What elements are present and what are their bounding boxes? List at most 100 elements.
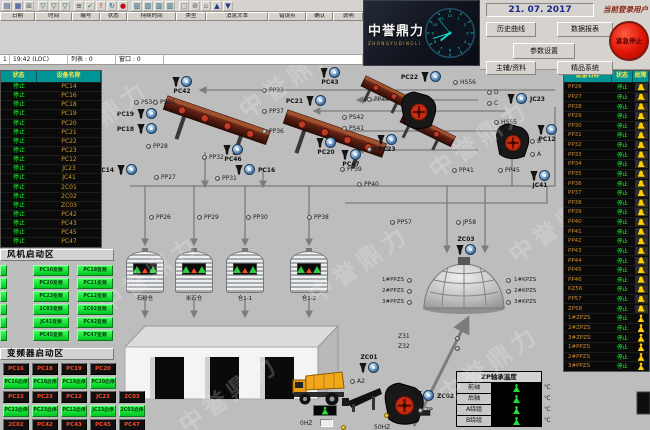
right-device-row[interactable]: PP39停止 (564, 207, 649, 217)
toolbar-icon-5[interactable]: ▽ (60, 1, 70, 11)
left-device-row[interactable]: 停止JC41 (1, 173, 101, 182)
vfd-startstop-button[interactable]: PC18启停 (32, 377, 58, 389)
left-device-row[interactable]: 停止ZC03 (1, 201, 101, 210)
left-device-row[interactable]: 停止PC16 (1, 91, 101, 100)
vfd-device-button[interactable]: PC18 (32, 363, 58, 375)
fan-vfd-button[interactable]: PC12变频 (77, 291, 113, 302)
right-device-row[interactable]: 2#ZPZS停止 (564, 323, 649, 333)
right-device-row[interactable]: 2#PPZS停止 (564, 352, 649, 362)
right-device-row[interactable]: KZ56停止 (564, 284, 649, 294)
alarm-col-9[interactable]: 说明 (333, 12, 363, 21)
fan-btn-stub[interactable] (0, 291, 7, 302)
vfd-device-button[interactable]: PC12 (61, 391, 87, 403)
vfd-startstop-button[interactable]: 2C03启停 (119, 405, 145, 417)
left-device-row[interactable]: 停止PC42 (1, 210, 101, 219)
alarm-col-8[interactable]: 确认 (306, 12, 333, 21)
vfd-device-button[interactable]: PC45 (90, 419, 116, 430)
toolbar-icon-3[interactable]: ▽ (38, 1, 48, 11)
fan-vfd-button[interactable]: PC20变频 (33, 278, 69, 289)
right-device-row[interactable]: 3#ZPZS停止 (564, 332, 649, 342)
vfd-startstop-button[interactable]: PC19启停 (61, 377, 87, 389)
fan-vfd-button[interactable]: PC45变频 (33, 330, 69, 341)
ctrl-button-2[interactable]: 参数设置 (513, 43, 575, 59)
right-device-row[interactable]: PP35停止 (564, 169, 649, 179)
fan-vfd-button[interactable]: PC23变频 (33, 291, 69, 302)
vfd-startstop-button[interactable]: PC12启停 (61, 405, 87, 417)
right-device-row[interactable]: PP45停止 (564, 265, 649, 275)
vfd-device-button[interactable]: 2C02 (3, 419, 29, 430)
left-device-row[interactable]: 停止PC47 (1, 237, 101, 246)
toolbar-icon-14[interactable]: ▥ (165, 1, 175, 11)
right-device-row[interactable]: PP29停止 (564, 111, 649, 121)
fan-vfd-button[interactable]: 2C03变频 (33, 304, 69, 315)
alarm-col-2[interactable]: 编号 (72, 12, 99, 21)
alarm-list-area[interactable] (0, 21, 363, 55)
left-device-row[interactable]: 停止PC20 (1, 119, 101, 128)
toolbar-icon-10[interactable]: ● (118, 1, 128, 11)
toolbar-icon-2[interactable]: ⊞ (24, 1, 34, 11)
left-device-row[interactable]: 停止PC21 (1, 128, 101, 137)
vfd-startstop-button[interactable]: PC20启停 (90, 377, 116, 389)
left-device-row[interactable]: 停止PC19 (1, 109, 101, 118)
vfd-startstop-button[interactable]: PC16启停 (3, 377, 29, 389)
left-device-row[interactable]: 停止PC23 (1, 146, 101, 155)
left-device-row[interactable]: 停止PC18 (1, 100, 101, 109)
right-device-row[interactable]: 3#PPZS停止 (564, 361, 649, 371)
left-device-row[interactable]: 停止PC12 (1, 155, 101, 164)
toolbar-icon-11[interactable]: ▥ (132, 1, 142, 11)
toolbar-icon-17[interactable]: ⌂ (201, 1, 211, 11)
alarm-col-3[interactable]: 状态 (100, 12, 127, 21)
right-device-row[interactable]: PP26停止 (564, 82, 649, 92)
alarm-col-4[interactable]: 持续时间 (127, 12, 176, 21)
toolbar-icon-19[interactable]: ▼ (223, 1, 233, 11)
right-device-row[interactable]: PP27停止 (564, 92, 649, 102)
vfd-device-button[interactable]: PC20 (90, 363, 116, 375)
toolbar-icon-6[interactable]: ≡ (74, 1, 84, 11)
fan-vfd-button[interactable]: PC42变频 (77, 317, 113, 328)
toolbar-icon-4[interactable]: ▽ (49, 1, 59, 11)
left-device-row[interactable]: 停止2C02 (1, 192, 101, 201)
left-device-row[interactable]: 停止PC14 (1, 82, 101, 91)
alarm-col-0[interactable]: 日期 (0, 12, 35, 21)
left-device-row[interactable]: 停止2C01 (1, 183, 101, 192)
vfd-startstop-button[interactable]: JC23启停 (90, 405, 116, 417)
fan-vfd-button[interactable]: PC21变频 (77, 278, 113, 289)
fan-btn-stub[interactable] (0, 278, 7, 289)
hz-value-box[interactable] (320, 419, 333, 427)
toolbar-icon-18[interactable]: ▲ (212, 1, 222, 11)
vfd-device-button[interactable]: PC22 (3, 391, 29, 403)
toolbar-icon-1[interactable]: ▦ (13, 1, 23, 11)
right-device-row[interactable]: PP40停止 (564, 217, 649, 227)
toolbar-icon-12[interactable]: ▥ (143, 1, 153, 11)
fan-btn-stub[interactable] (0, 330, 7, 341)
vfd-device-button[interactable]: PC19 (61, 363, 87, 375)
vfd-device-button[interactable]: JC23 (90, 391, 116, 403)
toolbar-icon-9[interactable]: ↻ (107, 1, 117, 11)
right-device-row[interactable]: PP30停止 (564, 121, 649, 131)
toolbar-icon-0[interactable]: ▤ (2, 1, 12, 11)
alarm-col-6[interactable]: 消息文本 (206, 12, 269, 21)
left-device-row[interactable]: 停止PC43 (1, 219, 101, 228)
right-device-row[interactable]: PP41停止 (564, 226, 649, 236)
toolbar-icon-15[interactable]: □ (179, 1, 189, 11)
left-device-row[interactable]: 停止PC45 (1, 228, 101, 237)
fan-vfd-button[interactable]: PC47变频 (77, 330, 113, 341)
right-device-row[interactable]: 1#ZPZS停止 (564, 313, 649, 323)
vfd-device-button[interactable]: PC23 (32, 391, 58, 403)
right-device-row[interactable]: PP33停止 (564, 149, 649, 159)
vfd-device-button[interactable]: PC16 (3, 363, 29, 375)
right-device-row[interactable]: PP38停止 (564, 198, 649, 208)
right-device-row[interactable]: PP46停止 (564, 275, 649, 285)
vfd-device-button[interactable]: 2C03 (119, 391, 145, 403)
ctrl-button-4[interactable]: 精品系统 (557, 61, 613, 75)
right-device-row[interactable]: PP43停止 (564, 246, 649, 256)
ctrl-button-0[interactable]: 历史曲线 (486, 22, 536, 37)
alarm-col-7[interactable]: 错误点 (268, 12, 306, 21)
right-device-row[interactable]: PP31停止 (564, 130, 649, 140)
fan-vfd-button[interactable]: PC18变频 (77, 265, 113, 276)
right-device-row[interactable]: PP57停止 (564, 294, 649, 304)
right-device-row[interactable]: PP28停止 (564, 101, 649, 111)
ctrl-button-1[interactable]: 数据报表 (557, 22, 613, 37)
right-device-row[interactable]: PP34停止 (564, 159, 649, 169)
fan-vfd-button[interactable]: 2C02变频 (77, 304, 113, 315)
